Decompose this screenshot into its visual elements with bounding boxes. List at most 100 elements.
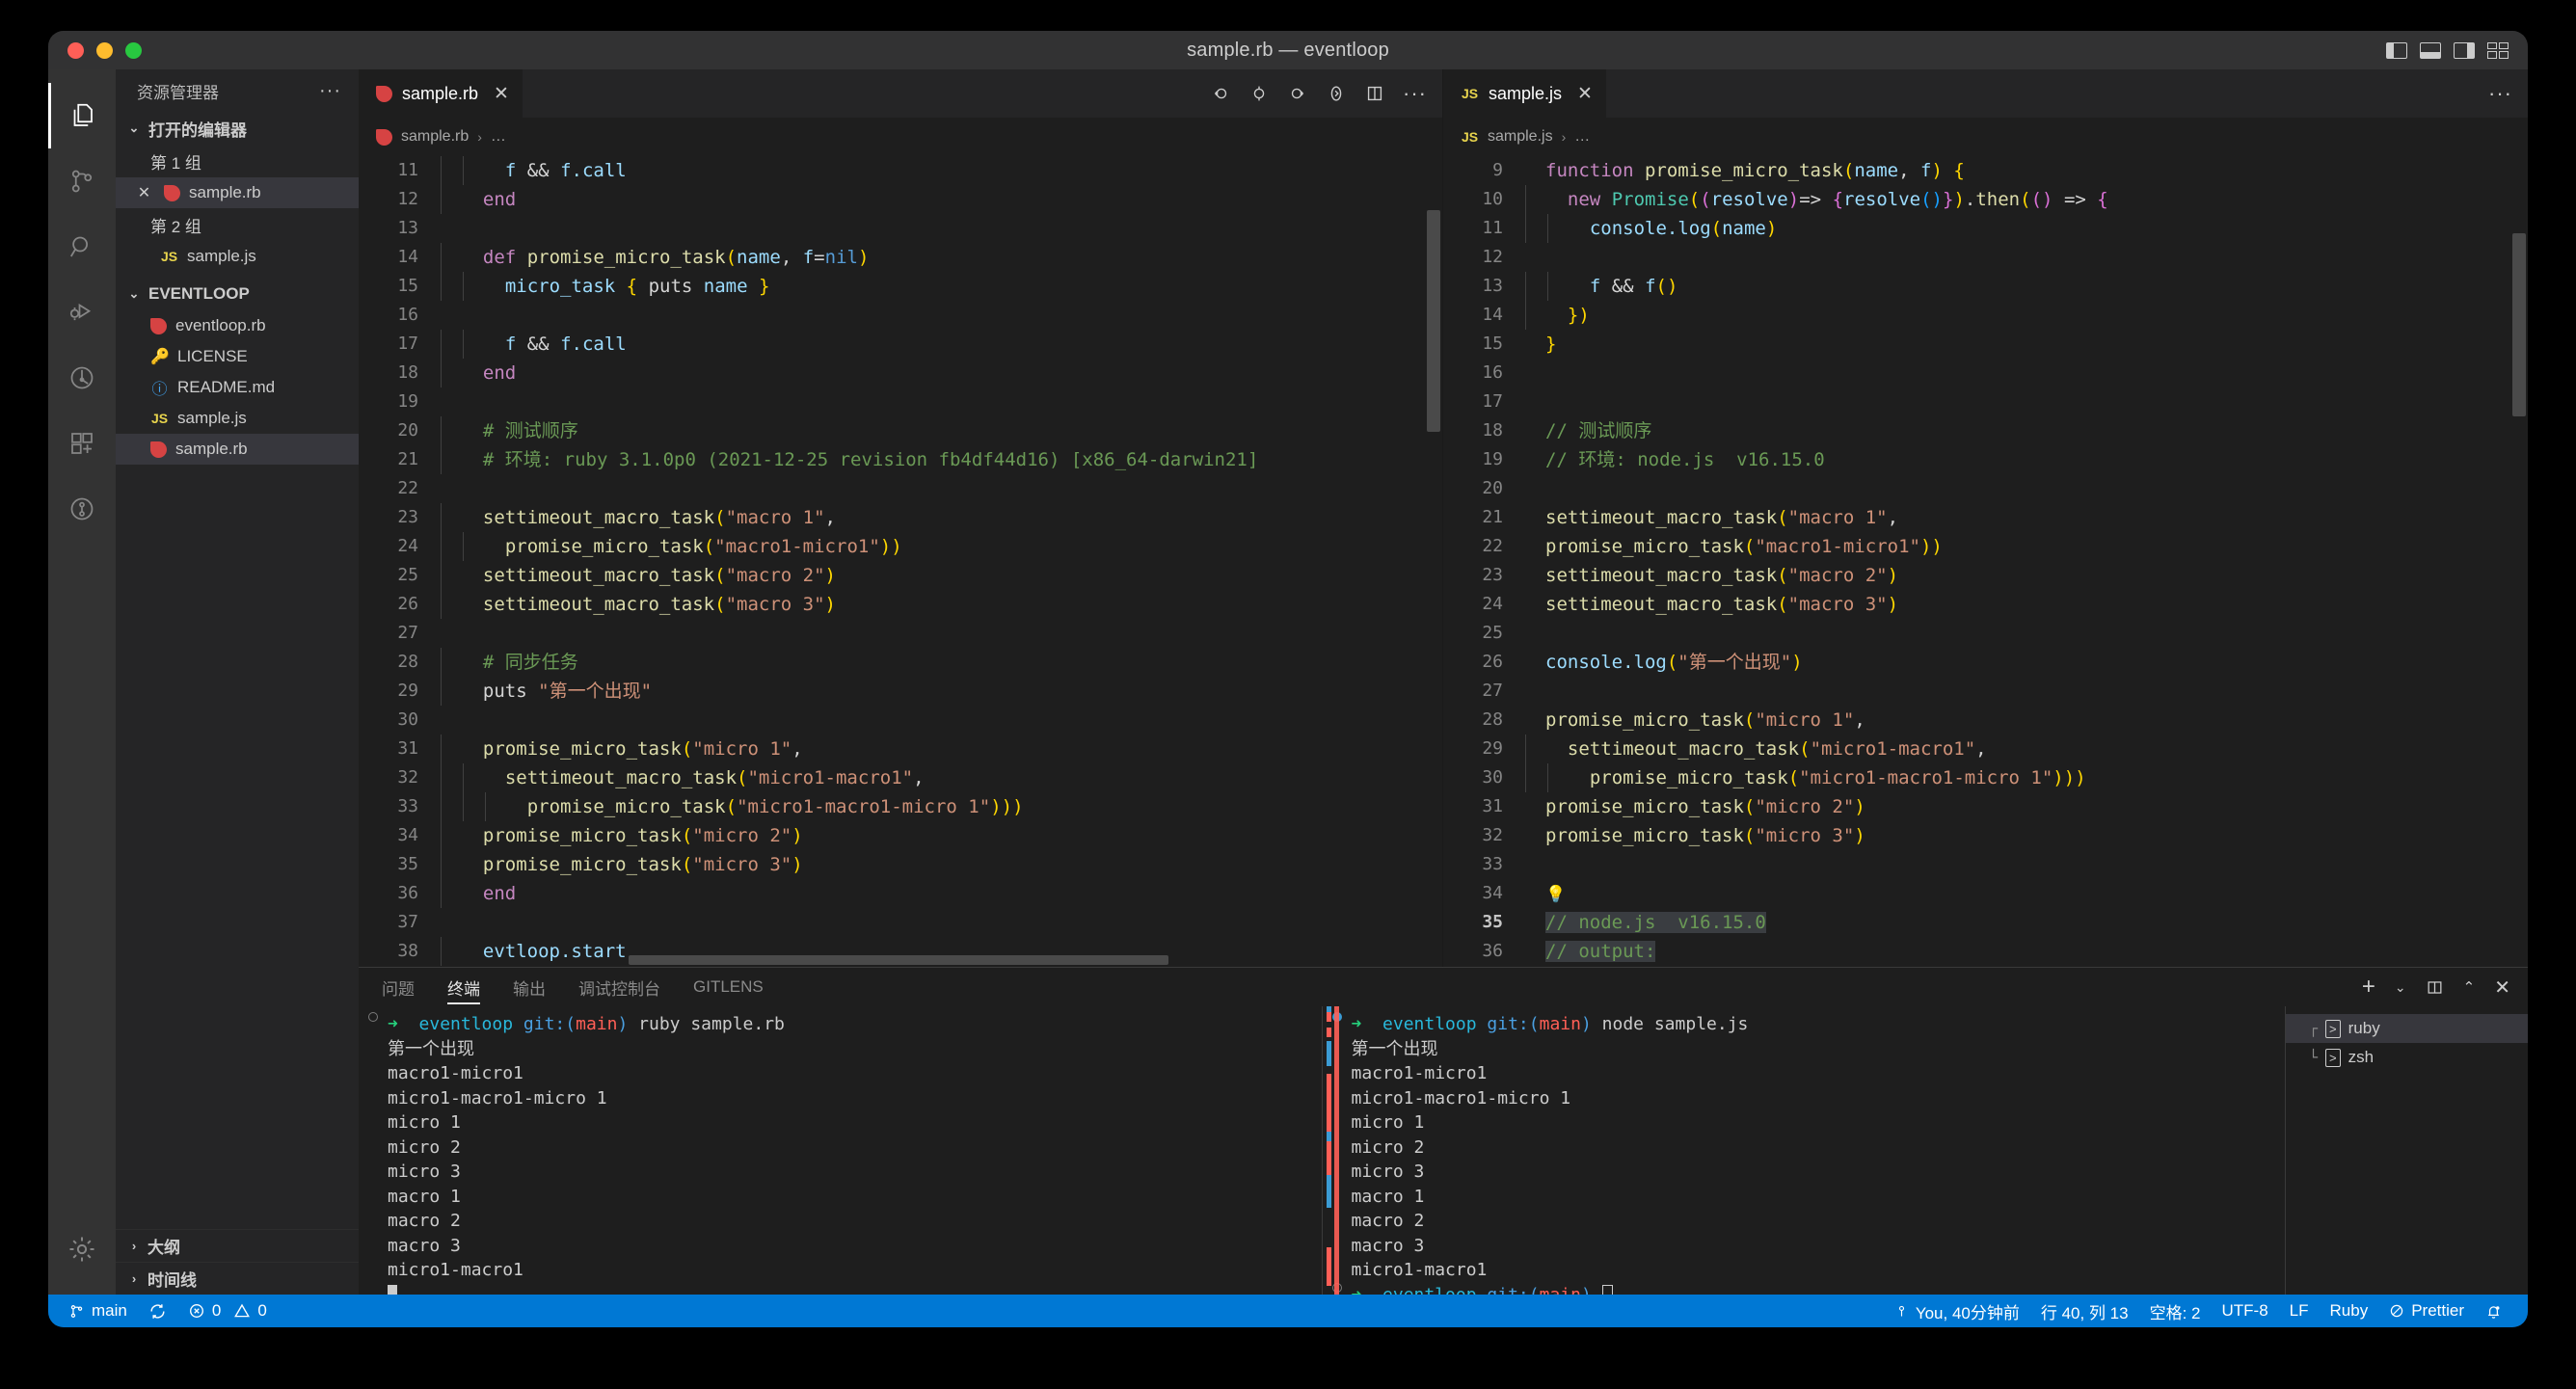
maximize-panel-icon[interactable]: ⌃ <box>2463 978 2476 996</box>
step-back-icon[interactable] <box>1210 83 1231 104</box>
breadcrumb-file: sample.js <box>1488 128 1553 146</box>
status-problems[interactable]: 0 0 <box>177 1295 278 1327</box>
code-line: 37 <box>359 908 1442 937</box>
split-editor-icon[interactable] <box>1364 83 1385 104</box>
step-over-icon[interactable] <box>1248 83 1270 104</box>
activity-extensions[interactable] <box>48 411 116 476</box>
person-pin-icon <box>1894 1303 1909 1320</box>
toggle-primary-sidebar-icon[interactable] <box>2386 42 2407 59</box>
toggle-panel-icon[interactable] <box>2420 42 2441 59</box>
file-eventloop-rb[interactable]: eventloop.rb <box>116 310 359 341</box>
window-title: sample.rb — eventloop <box>48 40 2528 62</box>
activity-manage[interactable] <box>48 1229 116 1295</box>
more-actions-icon[interactable]: ··· <box>2488 81 2512 106</box>
status-language-mode[interactable]: Ruby <box>2320 1295 2379 1327</box>
code-text: def promise_micro_task(name, f=nil) <box>440 243 869 272</box>
terminal-ruby[interactable]: ➜ eventloop git:(main) ruby sample.rb第一个… <box>359 1006 1322 1295</box>
close-icon[interactable]: ✕ <box>494 83 509 105</box>
new-terminal-icon[interactable]: + <box>2362 974 2375 1001</box>
customize-layout-icon[interactable] <box>2487 42 2509 59</box>
close-icon[interactable]: ✕ <box>1577 83 1593 105</box>
code-line: 22promise_micro_task("macro1-micro1")) <box>1443 532 2528 561</box>
line-number: 33 <box>359 792 440 821</box>
status-git-blame[interactable]: You, 40分钟前 <box>1884 1295 2030 1327</box>
status-notifications[interactable] <box>2475 1295 2512 1327</box>
code-text: f && f.call <box>440 330 627 359</box>
editor-horizontal-scrollbar[interactable] <box>629 955 1168 965</box>
code-text <box>1524 359 1545 387</box>
tab-problems[interactable]: 问题 <box>382 968 415 1006</box>
close-icon[interactable]: ✕ <box>135 183 153 202</box>
tabbar-right: JS sample.js ✕ ··· <box>1443 69 2528 118</box>
file-license[interactable]: 🔑 LICENSE <box>116 341 359 372</box>
status-warning-count: 0 <box>257 1301 266 1321</box>
terminal-list-item-zsh[interactable]: └ > zsh <box>2286 1043 2528 1072</box>
tab-terminal[interactable]: 终端 <box>447 968 480 1006</box>
file-sample-rb[interactable]: sample.rb <box>116 434 359 465</box>
status-encoding[interactable]: UTF-8 <box>2212 1295 2279 1327</box>
line-number: 10 <box>1443 185 1524 214</box>
tab-debug-console[interactable]: 调试控制台 <box>578 968 660 1006</box>
code-text: end <box>440 185 516 214</box>
project-section[interactable]: ⌄ EVENTLOOP <box>116 278 359 310</box>
line-number: 18 <box>1443 416 1524 445</box>
activity-gitlens[interactable] <box>48 476 116 542</box>
code-editor-ruby[interactable]: 11 f && f.call12 end1314 def promise_mic… <box>359 156 1442 967</box>
activity-run-debug[interactable] <box>48 280 116 345</box>
activity-source-control[interactable] <box>48 148 116 214</box>
status-formatter[interactable]: Prettier <box>2378 1295 2475 1327</box>
terminal-list: ┌ > ruby └ > zsh <box>2285 1006 2528 1295</box>
line-number: 38 <box>359 937 440 966</box>
breadcrumb-file: sample.rb <box>401 128 469 146</box>
status-cursor-position[interactable]: 行 40, 列 13 <box>2030 1295 2139 1327</box>
code-line: 35// node.js v16.15.0 <box>1443 908 2528 937</box>
panel-actions: + ⌄ ⌃ ✕ <box>2362 974 2510 1001</box>
terminal-zsh[interactable]: ➜ eventloop git:(main) node sample.js第一个… <box>1322 1006 2286 1295</box>
activity-explorer[interactable] <box>48 83 116 148</box>
run-icon[interactable] <box>1326 83 1347 104</box>
status-indentation[interactable]: 空格: 2 <box>2139 1295 2212 1327</box>
activity-search[interactable] <box>48 214 116 280</box>
more-actions-icon[interactable]: ··· <box>1403 81 1427 106</box>
breadcrumb-left[interactable]: sample.rb › … <box>359 118 1442 156</box>
terminal-list-item-ruby[interactable]: ┌ > ruby <box>2286 1014 2528 1043</box>
chevron-down-icon[interactable]: ⌄ <box>2395 979 2406 996</box>
code-line: 22 <box>359 474 1442 503</box>
activity-testing[interactable] <box>48 345 116 411</box>
code-line: 13 <box>359 214 1442 243</box>
toggle-secondary-sidebar-icon[interactable] <box>2454 42 2475 59</box>
open-editor-sample-rb[interactable]: ✕ sample.rb <box>116 177 359 208</box>
open-editor-sample-js[interactable]: JS sample.js <box>116 241 359 272</box>
status-eol[interactable]: LF <box>2279 1295 2320 1327</box>
editor-pane-js: JS sample.js ✕ ··· JS sample.js › … <box>1443 69 2528 967</box>
open-editors-section[interactable]: ⌄ 打开的编辑器 <box>116 112 359 145</box>
file-sample-js[interactable]: JS sample.js <box>116 403 359 434</box>
chevron-right-icon: › <box>125 1271 143 1286</box>
status-branch[interactable]: main <box>58 1295 138 1327</box>
editor-vertical-scrollbar[interactable] <box>2512 233 2526 416</box>
breadcrumb-right[interactable]: JS sample.js › … <box>1443 118 2528 156</box>
code-editor-js[interactable]: 9function promise_micro_task(name, f) {1… <box>1443 156 2528 967</box>
line-number: 30 <box>359 706 440 735</box>
code-line: 13 f && f() <box>1443 272 2528 301</box>
status-sync[interactable] <box>138 1295 177 1327</box>
outline-section[interactable]: › 大纲 <box>116 1229 359 1262</box>
code-line: 23 settimeout_macro_task("macro 1", <box>359 503 1442 532</box>
code-text <box>440 387 461 416</box>
tab-output[interactable]: 输出 <box>513 968 546 1006</box>
timeline-section[interactable]: › 时间线 <box>116 1262 359 1295</box>
command-status-dot <box>368 1012 378 1022</box>
terminal-output-line: micro 3 <box>359 1160 1322 1185</box>
explorer-more-icon[interactable]: ··· <box>319 80 341 102</box>
bell-icon <box>2485 1303 2502 1320</box>
editor-vertical-scrollbar[interactable] <box>1427 210 1440 432</box>
close-panel-icon[interactable]: ✕ <box>2494 975 2510 1000</box>
line-number: 29 <box>359 677 440 706</box>
split-terminal-icon[interactable] <box>2426 978 2444 997</box>
tab-sample-rb[interactable]: sample.rb ✕ <box>359 69 523 118</box>
code-line: 26console.log("第一个出现") <box>1443 648 2528 677</box>
step-forward-icon[interactable] <box>1287 83 1308 104</box>
file-readme-md[interactable]: ⓘ README.md <box>116 372 359 403</box>
tab-sample-js[interactable]: JS sample.js ✕ <box>1443 69 1606 118</box>
tab-gitlens[interactable]: GITLENS <box>693 968 764 1006</box>
